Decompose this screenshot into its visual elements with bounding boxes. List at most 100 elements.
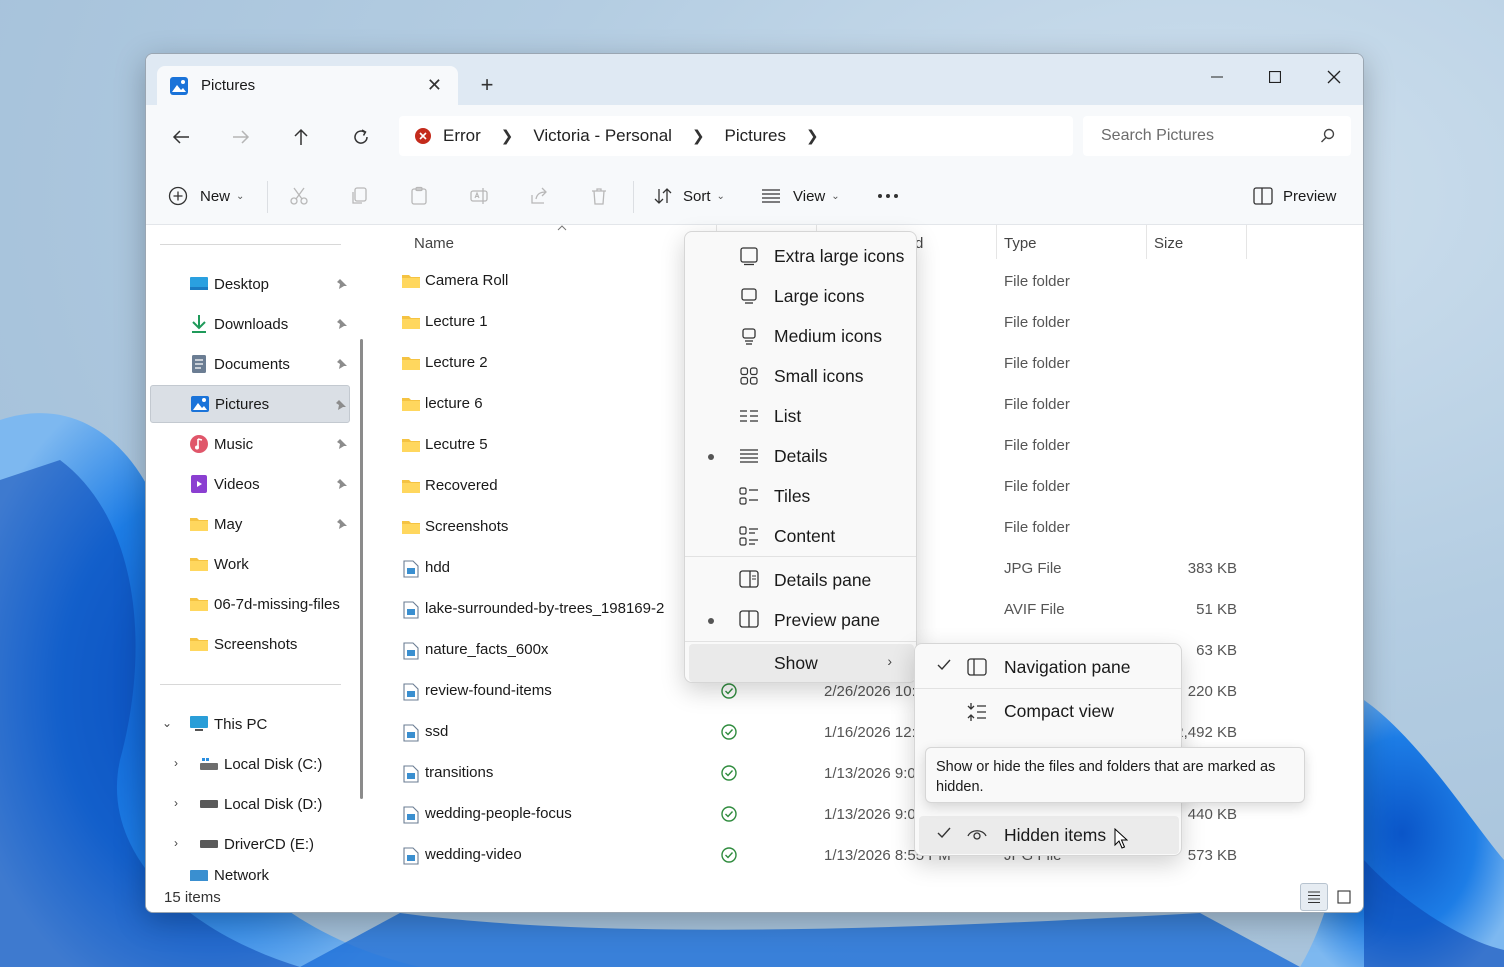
file-name[interactable]: ssd — [425, 723, 448, 740]
menu-item-medium-icons[interactable]: Medium icons — [689, 316, 914, 356]
delete-button[interactable] — [589, 181, 609, 211]
pin-icon[interactable] — [336, 477, 348, 494]
tab-pictures[interactable]: Pictures ✕ — [157, 66, 458, 105]
sidebar-item-work[interactable]: Work — [150, 545, 350, 583]
search-input[interactable] — [1101, 127, 1301, 145]
sidebar-item-06-7d-missing-files[interactable]: 06-7d-missing-files — [150, 585, 350, 623]
column-divider[interactable] — [1146, 225, 1147, 259]
sidebar-item-documents[interactable]: Documents — [150, 345, 350, 383]
sidebar-item-network[interactable]: Network — [150, 865, 350, 881]
copy-button[interactable] — [349, 181, 369, 211]
menu-item-preview-pane[interactable]: Preview pane — [689, 600, 914, 640]
maximize-button[interactable] — [1252, 62, 1298, 92]
sidebar-item-drivercd-e[interactable]: › DriverCD (E:) — [150, 825, 350, 863]
menu-item-label: Medium icons — [774, 326, 882, 346]
chevron-right-icon[interactable]: ❯ — [501, 127, 514, 145]
refresh-button[interactable] — [347, 123, 375, 151]
chevron-right-icon[interactable]: › — [174, 836, 178, 850]
file-name[interactable]: Recovered — [425, 477, 498, 494]
column-header-name[interactable]: Name — [414, 225, 454, 261]
chevron-down-icon: ⌄ — [716, 190, 725, 202]
address-status[interactable]: Error — [443, 126, 481, 146]
more-options-button[interactable] — [877, 181, 899, 211]
rename-button[interactable] — [469, 181, 489, 211]
chevron-down-icon[interactable]: ⌄ — [162, 716, 172, 730]
new-tab-button[interactable]: + — [476, 74, 498, 96]
menu-item-small-icons[interactable]: Small icons — [689, 356, 914, 396]
file-name[interactable]: wedding-video — [425, 846, 522, 863]
menu-item-extra-large-icons[interactable]: Extra large icons — [689, 236, 914, 276]
pin-icon[interactable] — [336, 277, 348, 294]
column-header-type[interactable]: Type — [1004, 225, 1037, 261]
menu-item-details[interactable]: Details — [689, 436, 914, 476]
file-name[interactable]: Screenshots — [425, 518, 508, 535]
breadcrumb-pictures[interactable]: Pictures — [725, 126, 786, 146]
menu-item-content[interactable]: Content — [689, 516, 914, 556]
pin-icon[interactable] — [336, 437, 348, 454]
menu-item-large-icons[interactable]: Large icons — [689, 276, 914, 316]
image-file-icon — [403, 560, 419, 582]
sort-button[interactable]: Sort ⌄ — [653, 181, 725, 211]
minimize-button[interactable] — [1194, 62, 1240, 92]
view-button[interactable]: View ⌄ — [761, 181, 840, 211]
file-name[interactable]: lake-surrounded-by-trees_198169-2 — [425, 600, 664, 617]
preview-button[interactable]: Preview — [1253, 181, 1336, 211]
sidebar-scrollbar[interactable] — [360, 339, 363, 799]
chevron-right-icon[interactable]: › — [174, 756, 178, 770]
pin-icon[interactable] — [336, 357, 348, 374]
file-name[interactable]: transitions — [425, 764, 493, 781]
sidebar-item-music[interactable]: Music — [150, 425, 350, 463]
tab-close-icon[interactable]: ✕ — [427, 76, 442, 94]
preview-pane-icon — [739, 610, 759, 628]
large-icons-view-button[interactable] — [1330, 883, 1358, 911]
chevron-right-icon[interactable]: ❯ — [692, 127, 705, 145]
paste-button[interactable] — [409, 181, 429, 211]
pin-icon[interactable] — [336, 317, 348, 334]
close-window-button[interactable] — [1311, 62, 1357, 92]
sidebar-item-pictures[interactable]: Pictures — [150, 385, 350, 423]
new-button[interactable]: New ⌄ — [168, 181, 244, 211]
sidebar-item-this-pc[interactable]: ⌄ This PC — [150, 705, 350, 743]
sidebar-item-may[interactable]: May — [150, 505, 350, 543]
column-header-size[interactable]: Size — [1154, 225, 1183, 261]
cut-button[interactable] — [289, 181, 309, 211]
file-name[interactable]: review-found-items — [425, 682, 552, 699]
trash-icon — [592, 188, 606, 205]
menu-item-details-pane[interactable]: Details pane — [689, 560, 914, 600]
file-name[interactable]: nature_facts_600x — [425, 641, 548, 658]
menu-item-list[interactable]: List — [689, 396, 914, 436]
submenu-item-navigation-pane[interactable]: Navigation pane — [919, 648, 1179, 686]
pin-icon[interactable] — [336, 517, 348, 534]
sidebar-item-downloads[interactable]: Downloads — [150, 305, 350, 343]
table-row[interactable]: wedding-video1/13/2026 8:55 PMJPG File57… — [371, 835, 1363, 876]
column-divider[interactable] — [1246, 225, 1247, 259]
sidebar-item-desktop[interactable]: Desktop — [150, 265, 350, 303]
chevron-right-icon[interactable]: › — [174, 796, 178, 810]
file-name[interactable]: lecture 6 — [425, 395, 483, 412]
back-button[interactable] — [167, 123, 195, 151]
address-bar[interactable]: Error ❯ Victoria - Personal ❯ Pictures ❯ — [399, 116, 1073, 156]
file-name[interactable]: Camera Roll — [425, 272, 508, 289]
file-name[interactable]: wedding-people-focus — [425, 805, 572, 822]
menu-item-show[interactable]: Show › — [689, 644, 914, 682]
chevron-right-icon[interactable]: ❯ — [806, 127, 819, 145]
menu-item-tiles[interactable]: Tiles — [689, 476, 914, 516]
column-divider[interactable] — [996, 225, 997, 259]
pin-icon[interactable] — [335, 398, 347, 415]
submenu-item-compact-view[interactable]: Compact view — [919, 692, 1179, 730]
sidebar-item-local-disk-d[interactable]: › Local Disk (D:) — [150, 785, 350, 823]
search-box[interactable] — [1083, 116, 1351, 156]
up-button[interactable] — [287, 123, 315, 151]
breadcrumb-victoria-personal[interactable]: Victoria - Personal — [533, 126, 672, 146]
file-name[interactable]: Lecture 1 — [425, 313, 488, 330]
forward-button[interactable] — [227, 123, 255, 151]
file-name[interactable]: Lecutre 5 — [425, 436, 488, 453]
share-button[interactable] — [529, 181, 549, 211]
details-view-button[interactable] — [1300, 883, 1328, 911]
file-name[interactable]: hdd — [425, 559, 450, 576]
submenu-item-hidden-items[interactable]: Hidden items — [919, 816, 1179, 854]
sidebar-item-local-disk-c[interactable]: › Local Disk (C:) — [150, 745, 350, 783]
sidebar-item-screenshots[interactable]: Screenshots — [150, 625, 350, 663]
file-name[interactable]: Lecture 2 — [425, 354, 488, 371]
sidebar-item-videos[interactable]: Videos — [150, 465, 350, 503]
